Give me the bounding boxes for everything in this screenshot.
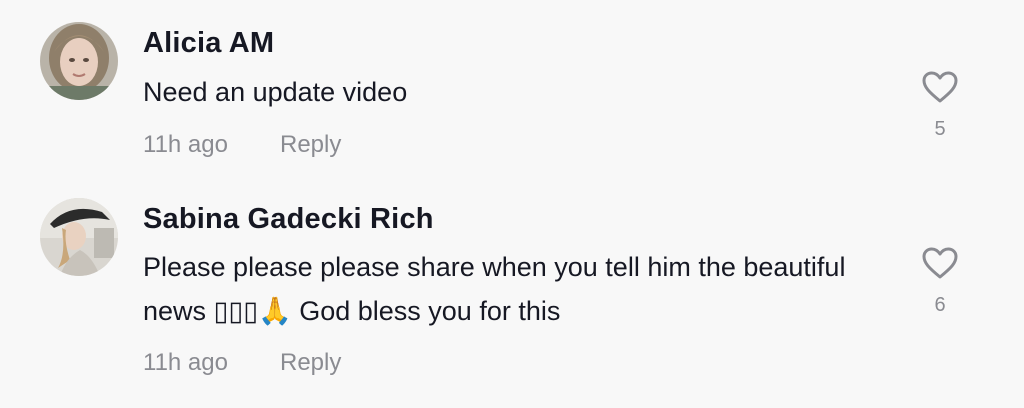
avatar[interactable]: [40, 198, 118, 276]
like-button[interactable]: 5: [918, 70, 962, 141]
like-count: 5: [934, 118, 946, 140]
comment-item: Alicia AM Need an update video 11h ago Re…: [0, 0, 1024, 190]
heart-outline-icon[interactable]: [921, 70, 959, 104]
comment-meta: 11h ago Reply: [143, 349, 341, 377]
like-button[interactable]: 6: [918, 246, 962, 317]
comment-text: Please please please share when you tell…: [143, 252, 846, 326]
like-count: 6: [934, 294, 946, 316]
comment-timestamp: 11h ago: [143, 131, 228, 158]
comment-meta: 11h ago Reply: [143, 131, 341, 159]
reply-button[interactable]: Reply: [280, 349, 341, 376]
comment-username[interactable]: Sabina Gadecki Rich: [143, 203, 434, 236]
comment-timestamp: 11h ago: [143, 349, 228, 376]
reply-button[interactable]: Reply: [280, 131, 341, 158]
avatar[interactable]: [40, 22, 118, 100]
comment-text: Need an update video: [143, 77, 408, 107]
heart-outline-icon[interactable]: [921, 246, 959, 280]
avatar-image: [40, 198, 118, 276]
comment-item: Sabina Gadecki Rich Please please please…: [0, 190, 1024, 408]
avatar-image: [40, 22, 118, 100]
comment-username[interactable]: Alicia AM: [143, 27, 274, 60]
comment-list: Alicia AM Need an update video 11h ago Re…: [0, 0, 1024, 408]
